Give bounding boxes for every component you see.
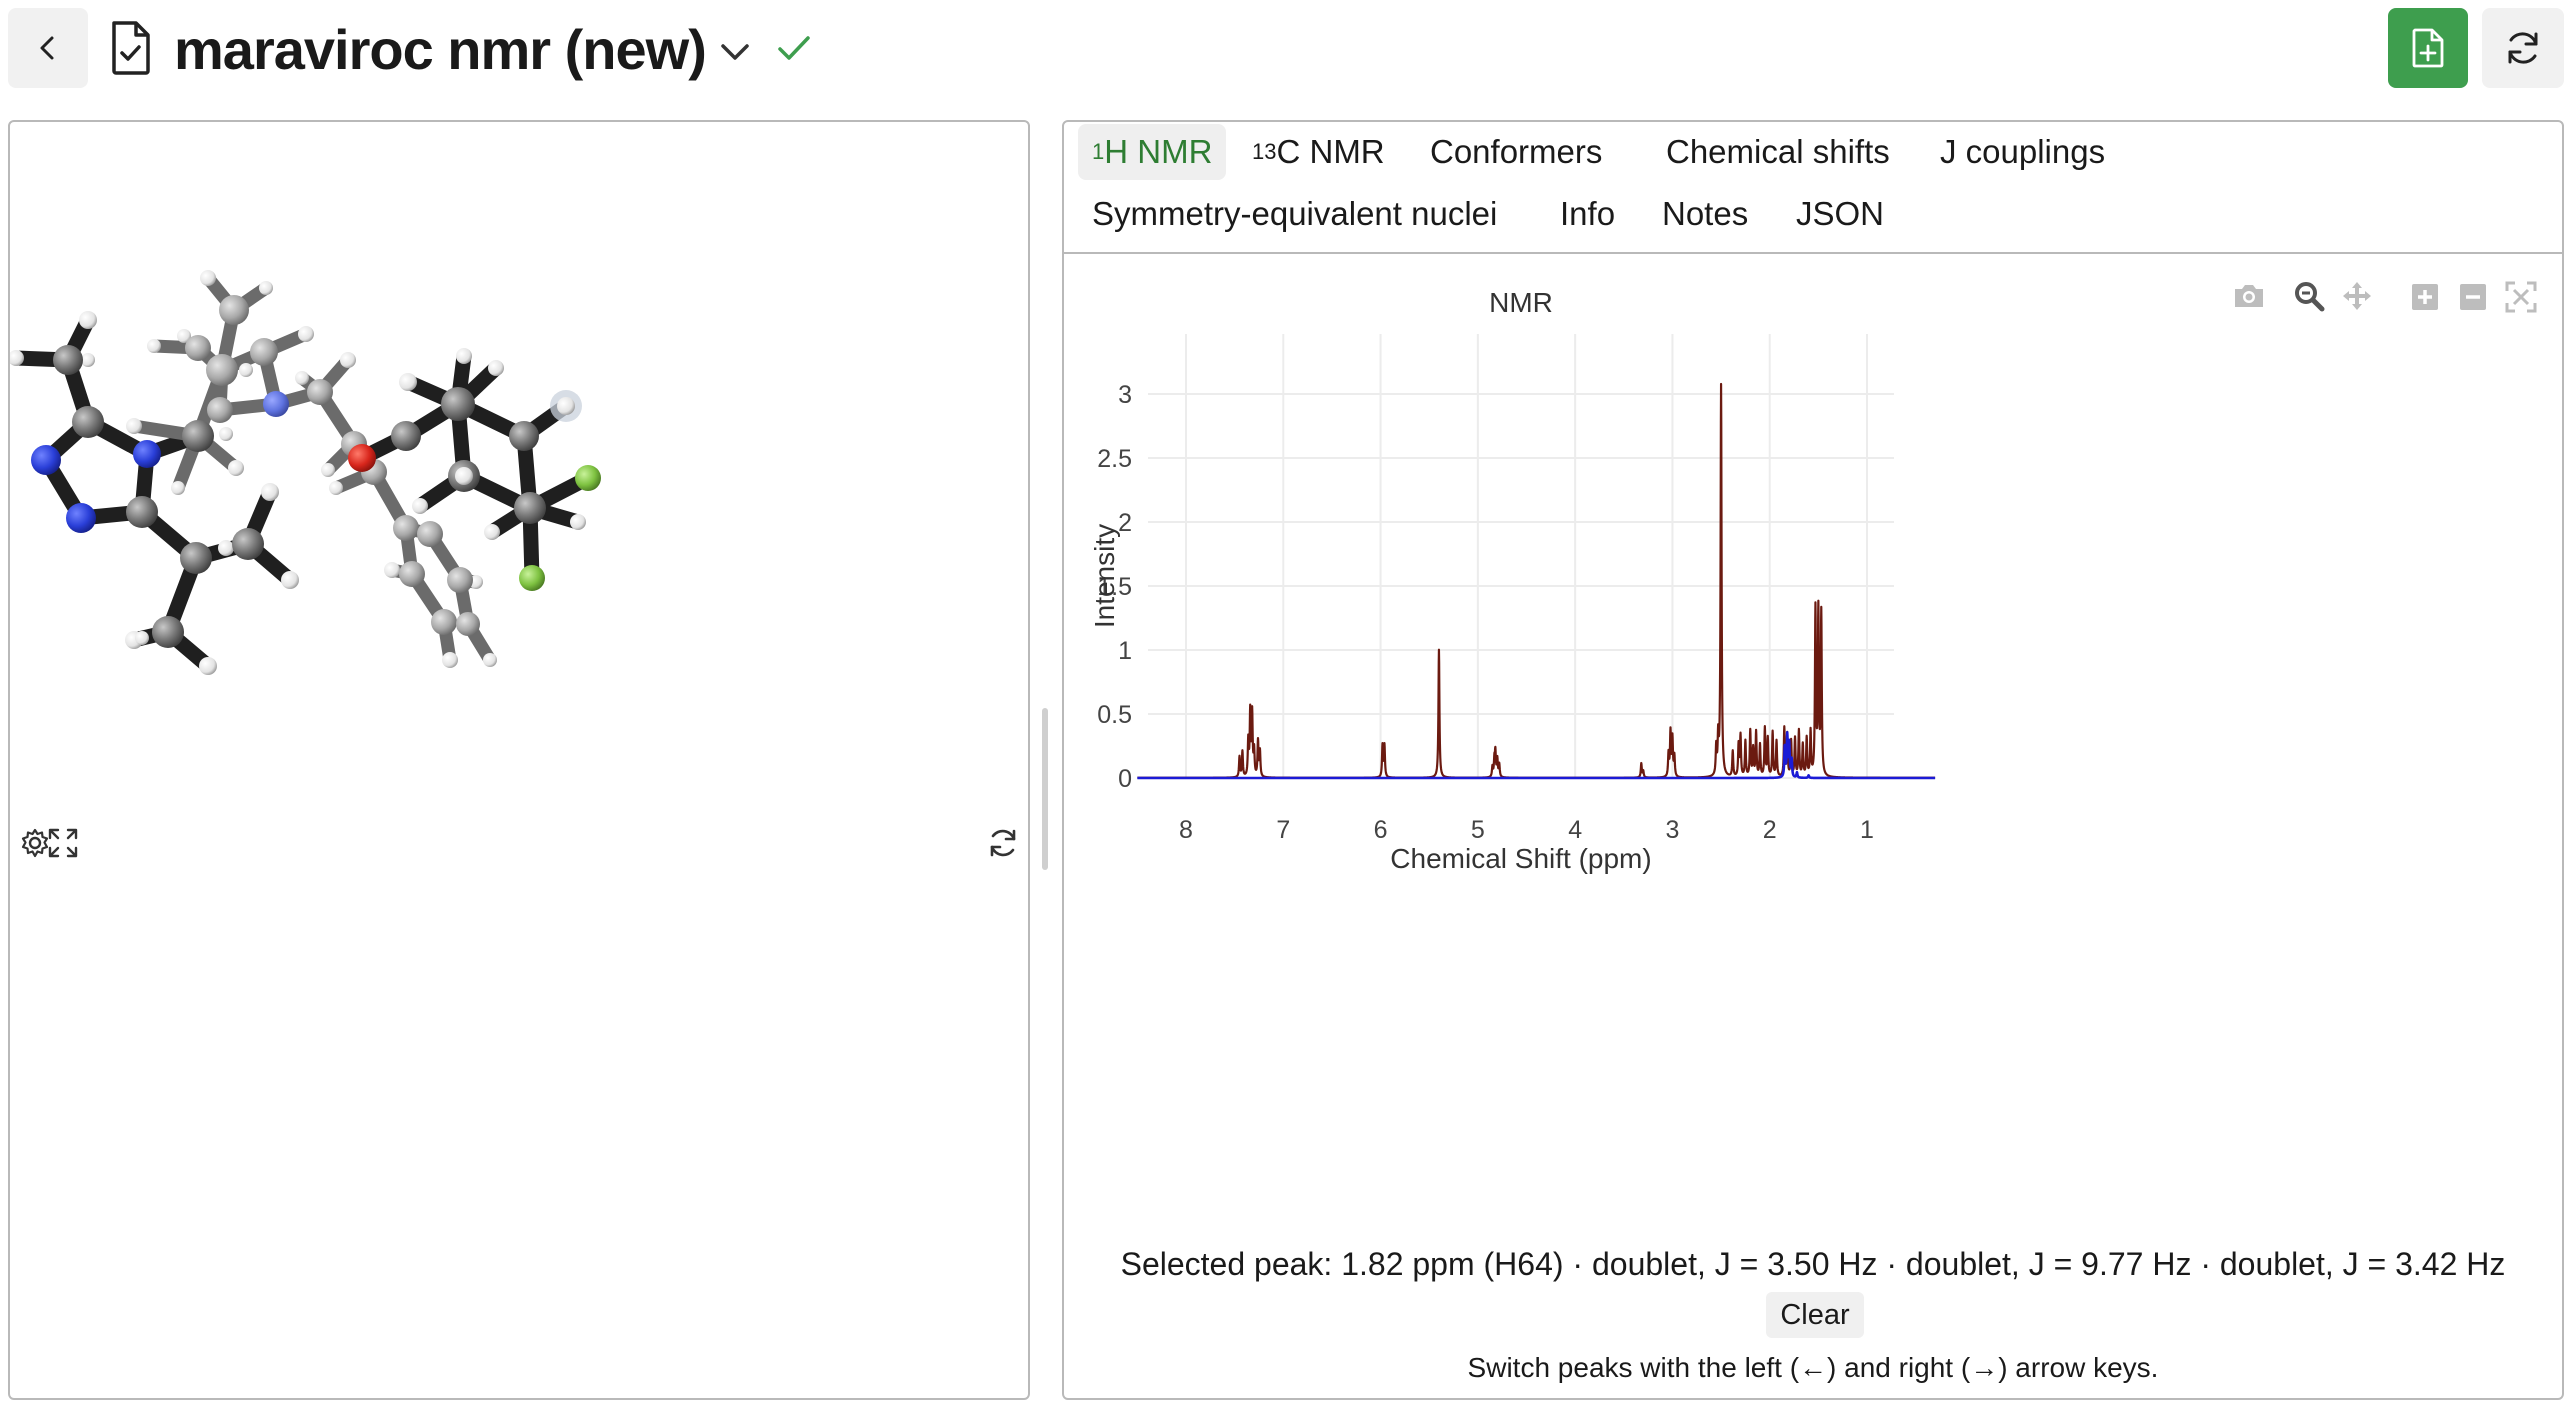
tab-json[interactable]: JSON [1782,186,1898,242]
x-tick-label: 1 [1860,816,1874,844]
x-tick-label: 8 [1179,816,1193,844]
keyboard-hint: Switch peaks with the left (←) and right… [1467,1352,2159,1383]
new-file-button[interactable] [2388,8,2468,88]
chart-title: NMR [1489,287,1553,318]
x-tick-label: 4 [1568,816,1582,844]
chart-series [1136,382,1937,780]
molecule-atoms [10,270,601,675]
spectrum-line[interactable] [1136,382,1937,779]
y-tick-label: 2.5 [1097,445,1132,473]
molecule-viewer[interactable] [8,120,1030,1400]
y-tick-label: 2 [1118,509,1132,537]
chevron-down-icon[interactable] [718,36,752,66]
tab-bar: 1H NMR 13C NMR Conformers Chemical shift… [1064,122,2562,254]
tab-chemical-shifts[interactable]: Chemical shifts [1652,124,1904,180]
y-tick-label: 0.5 [1097,701,1132,729]
tab-j-couplings[interactable]: J couplings [1926,124,2119,180]
panel-resize-handle[interactable] [1042,708,1048,870]
x-tick-label: 6 [1374,816,1388,844]
chart-grid [1148,334,1894,779]
tab-conformers[interactable]: Conformers [1416,124,1616,180]
y-tick-label: 1 [1118,637,1132,665]
tab-notes[interactable]: Notes [1648,186,1762,242]
x-tick-label: 2 [1763,816,1777,844]
refresh-icon [2508,32,2538,64]
tab-13c-nmr[interactable]: 13C NMR [1238,124,1399,180]
nmr-panel: 1H NMR 13C NMR Conformers Chemical shift… [1062,120,2564,1400]
x-tick-label: 3 [1665,816,1679,844]
tab-symmetry-equivalent-nuclei[interactable]: Symmetry-equivalent nuclei [1078,186,1511,242]
rotate-icon[interactable] [986,826,1020,860]
tab-1h-nmr[interactable]: 1H NMR [1078,124,1227,180]
y-tick-label: 0 [1118,765,1132,793]
molecule-3d-view[interactable] [10,122,1028,1398]
file-plus-icon [2412,28,2444,68]
tab-info[interactable]: Info [1546,186,1629,242]
selected-peak-info: Selected peak: 1.82 ppm (H64) · doublet,… [1120,1246,2506,1282]
y-tick-label: 3 [1118,381,1132,409]
document-check-icon [112,21,150,75]
back-button[interactable] [8,8,88,88]
check-icon [778,36,810,60]
nmr-spectrum-chart[interactable]: NMR 00.511.522.53 87654321 Intensity Che… [1064,256,2562,1236]
expand-icon[interactable] [46,826,80,860]
header: maraviroc nmr (new) [0,0,2572,108]
clear-selection-button[interactable]: Clear [1766,1292,1864,1338]
x-tick-label: 7 [1276,816,1290,844]
refresh-button[interactable] [2482,8,2564,88]
page-title: maraviroc nmr (new) [174,18,707,81]
x-axis-label: Chemical Shift (ppm) [1390,843,1651,874]
chevron-left-icon [40,36,54,60]
x-tick-label: 5 [1471,816,1485,844]
y-axis-label: Intensity [1089,524,1120,628]
x-axis-ticks: 8 7 6 5 4 3 2 1 [1179,816,1874,844]
